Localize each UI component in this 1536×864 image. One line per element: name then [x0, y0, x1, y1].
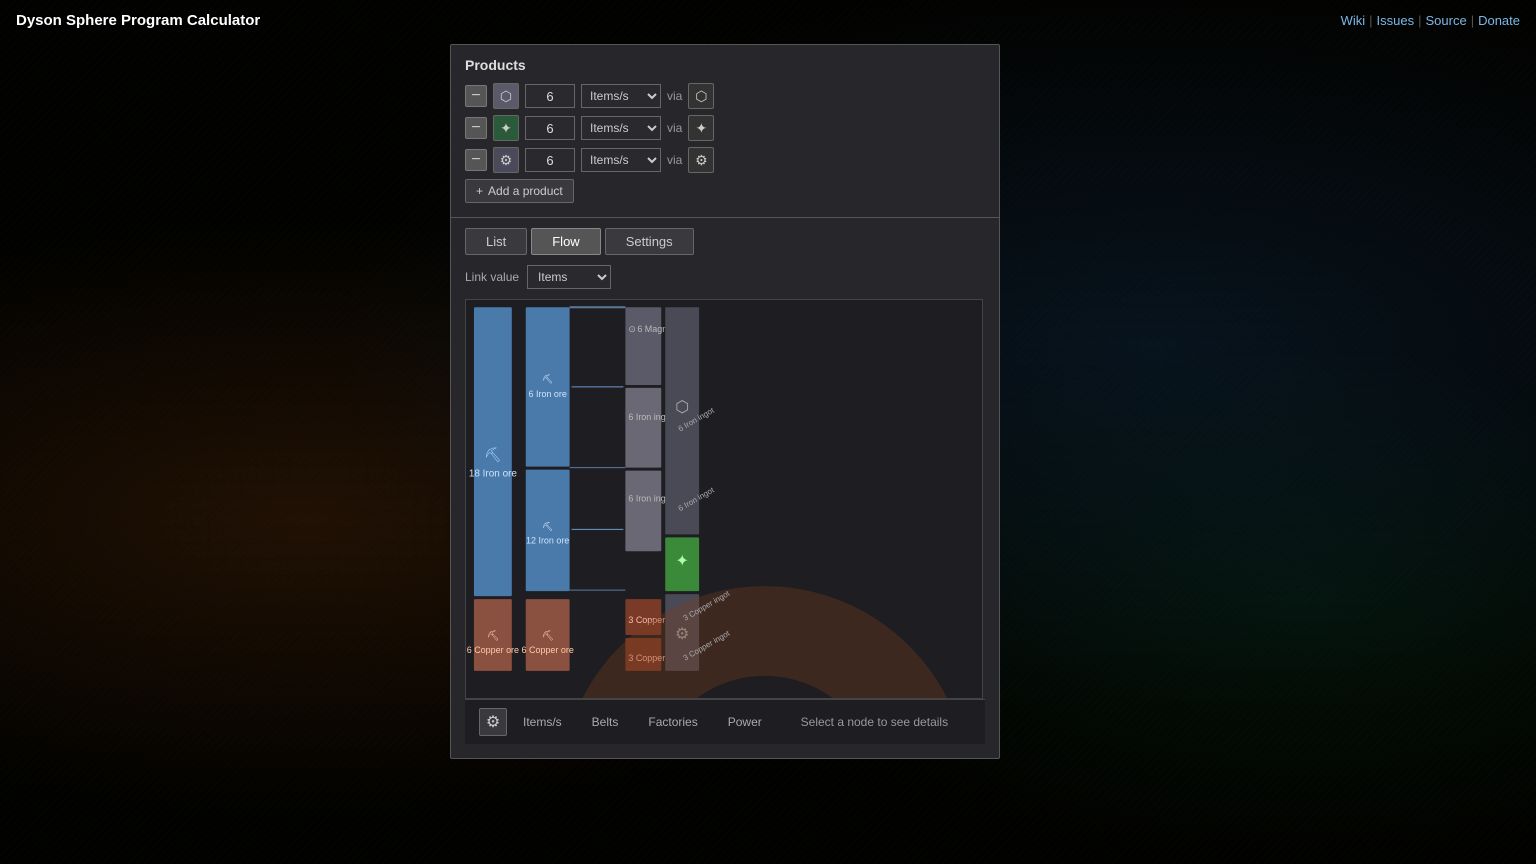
- add-product-button[interactable]: + Add a product: [465, 179, 574, 203]
- remove-product-1[interactable]: −: [465, 85, 487, 107]
- tabs-section: List Flow Settings: [451, 218, 999, 255]
- svg-text:⛏: ⛏: [542, 521, 553, 531]
- status-col-items: Items/s: [523, 715, 562, 729]
- status-col-power: Power: [728, 715, 762, 729]
- add-product-label: Add a product: [488, 184, 563, 198]
- tab-settings[interactable]: Settings: [605, 228, 694, 255]
- sep3: |: [1471, 13, 1474, 28]
- product-icon-1: ⬡: [493, 83, 519, 109]
- product-icon-3: ⚙: [493, 147, 519, 173]
- products-section: Products − ⬡ Items/s Items/m Belts via ⬡…: [451, 45, 999, 218]
- link-value-select[interactable]: Items Belts Factories: [527, 265, 611, 289]
- svg-text:⊙: ⊙: [628, 324, 636, 334]
- product-qty-1[interactable]: [525, 84, 575, 108]
- wiki-link[interactable]: Wiki: [1341, 13, 1366, 28]
- status-columns: Items/s Belts Factories Power: [523, 715, 762, 729]
- svg-text:⛏: ⛏: [542, 374, 553, 384]
- link-value-row: Link value Items Belts Factories: [465, 265, 985, 289]
- main-panel: Products − ⬡ Items/s Items/m Belts via ⬡…: [450, 44, 1000, 759]
- sep2: |: [1418, 13, 1421, 28]
- tab-flow[interactable]: Flow: [531, 228, 600, 255]
- product-icon-2: ✦: [493, 115, 519, 141]
- link-value-label: Link value: [465, 270, 519, 284]
- svg-text:⛏: ⛏: [484, 447, 502, 463]
- product-qty-2[interactable]: [525, 116, 575, 140]
- product-rate-1[interactable]: Items/s Items/m Belts: [581, 84, 661, 108]
- product-qty-3[interactable]: [525, 148, 575, 172]
- issues-link[interactable]: Issues: [1377, 13, 1415, 28]
- product-rate-3[interactable]: Items/s Items/m Belts: [581, 148, 661, 172]
- remove-product-3[interactable]: −: [465, 149, 487, 171]
- product-rate-2[interactable]: Items/s Items/m Belts: [581, 116, 661, 140]
- product-row-1: − ⬡ Items/s Items/m Belts via ⬡: [465, 83, 985, 109]
- sep1: |: [1369, 13, 1372, 28]
- products-title: Products: [465, 57, 985, 73]
- donate-link[interactable]: Donate: [1478, 13, 1520, 28]
- via-icon-1[interactable]: ⬡: [688, 83, 714, 109]
- svg-text:18 Iron ore: 18 Iron ore: [469, 469, 518, 480]
- via-label-1: via: [667, 89, 682, 103]
- via-label-2: via: [667, 121, 682, 135]
- app-title: Dyson Sphere Program Calculator: [16, 12, 260, 29]
- flow-svg: ⛏ 18 Iron ore ⛏ 6 Iron ore ⛏ 12 Iron ore…: [466, 300, 982, 698]
- flow-content: Link value Items Belts Factories ⛏ 18 Ir…: [451, 265, 999, 758]
- status-col-factories: Factories: [648, 715, 697, 729]
- status-message: Select a node to see details: [778, 715, 971, 729]
- status-bar: ⚙ Items/s Belts Factories Power Select a…: [465, 699, 985, 744]
- via-label-3: via: [667, 153, 682, 167]
- svg-text:⛏: ⛏: [541, 630, 554, 642]
- svg-text:⬡: ⬡: [675, 399, 689, 416]
- source-link[interactable]: Source: [1425, 13, 1466, 28]
- header: Dyson Sphere Program Calculator Wiki | I…: [0, 0, 1536, 40]
- tab-list[interactable]: List: [465, 228, 527, 255]
- via-icon-3[interactable]: ⚙: [688, 147, 714, 173]
- flow-diagram[interactable]: ⛏ 18 Iron ore ⛏ 6 Iron ore ⛏ 12 Iron ore…: [465, 299, 983, 699]
- status-col-belts: Belts: [592, 715, 619, 729]
- via-icon-2[interactable]: ✦: [688, 115, 714, 141]
- remove-product-2[interactable]: −: [465, 117, 487, 139]
- svg-text:6 Copper ore: 6 Copper ore: [522, 645, 574, 655]
- svg-text:⛏: ⛏: [487, 630, 500, 642]
- svg-text:✦: ✦: [675, 553, 688, 570]
- plus-icon: +: [476, 184, 483, 198]
- svg-text:12 Iron ore: 12 Iron ore: [526, 535, 569, 545]
- svg-text:6 Copper ore: 6 Copper ore: [467, 645, 519, 655]
- product-row-3: − ⚙ Items/s Items/m Belts via ⚙: [465, 147, 985, 173]
- svg-text:6 Iron ore: 6 Iron ore: [529, 389, 567, 399]
- header-links: Wiki | Issues | Source | Donate: [1341, 13, 1520, 28]
- tabs-row: List Flow Settings: [465, 228, 985, 255]
- product-row-2: − ✦ Items/s Items/m Belts via ✦: [465, 115, 985, 141]
- status-gear-icon[interactable]: ⚙: [479, 708, 507, 736]
